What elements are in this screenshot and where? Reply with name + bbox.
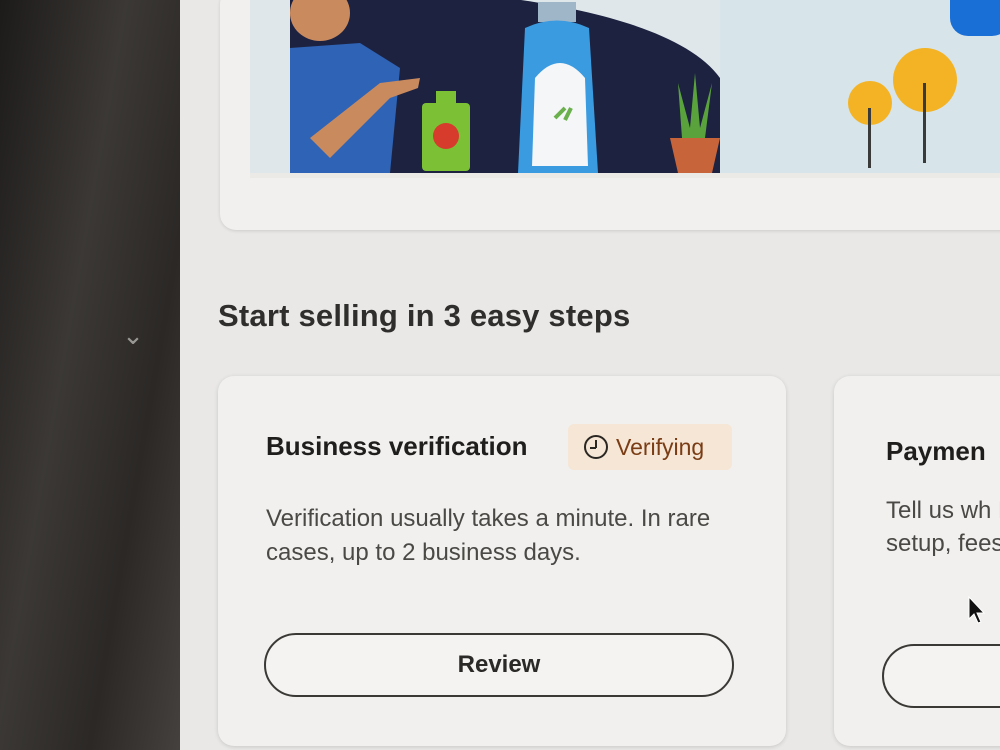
hero-banner (220, 0, 1000, 230)
clock-icon (584, 435, 608, 459)
step-description: Tell us wh No setup, fees. (886, 497, 1000, 557)
mouse-cursor-icon (968, 596, 986, 624)
device-bezel: ⌄ (0, 0, 185, 750)
review-button[interactable]: Review (264, 633, 734, 697)
step-title: Paymen (886, 436, 986, 466)
help-chat-button[interactable] (950, 0, 1000, 36)
hero-illustration (250, 0, 1000, 178)
status-badge-label: Verifying (616, 433, 705, 460)
chevron-down-icon: ⌄ (122, 320, 144, 350)
step-description: Verification usually takes a minute. In … (266, 505, 711, 566)
step-card-business-verification: Business verification Verifying Verifica… (218, 376, 786, 746)
page-title: Start selling in 3 easy steps (218, 298, 631, 333)
status-badge: Verifying (568, 424, 732, 470)
step-card-payment: Paymen Tell us wh No setup, fees. (834, 376, 1000, 746)
seller-onboarding-page: Start selling in 3 easy steps Business v… (180, 0, 1000, 750)
step-title: Business verification (266, 431, 528, 461)
payment-action-button[interactable] (882, 644, 1000, 708)
